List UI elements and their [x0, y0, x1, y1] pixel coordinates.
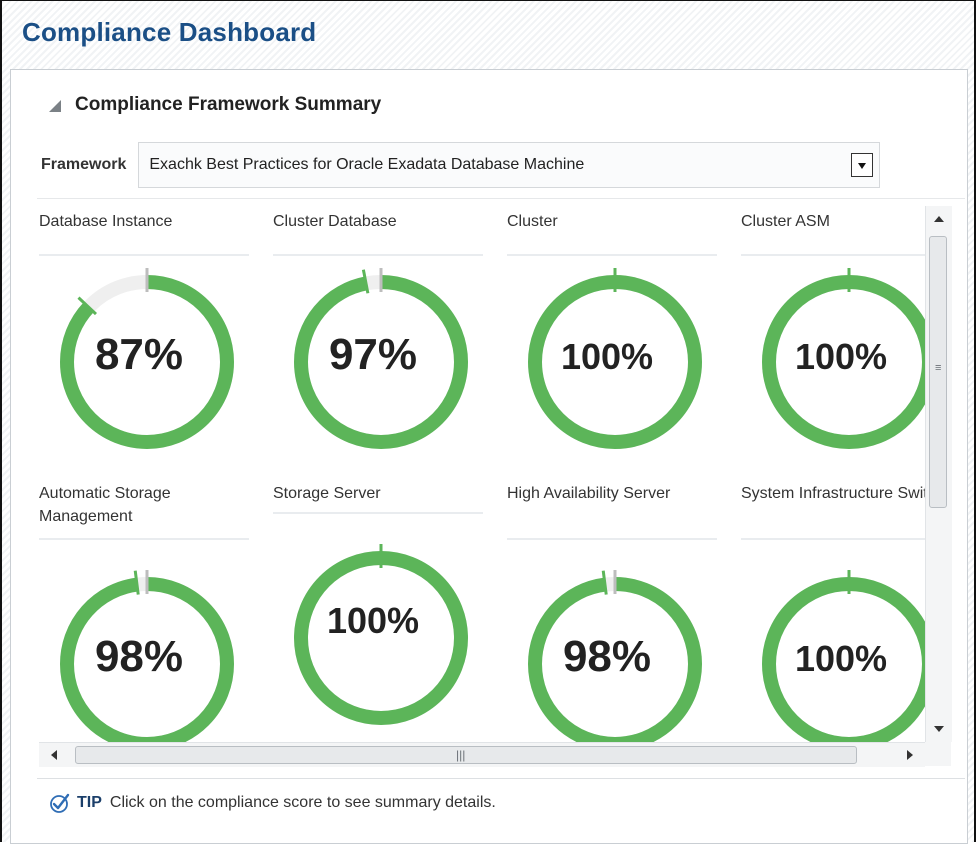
tip-label: TIP [77, 794, 102, 811]
grip-icon: ||| [456, 748, 466, 762]
compliance-score[interactable]: 100% [741, 638, 925, 680]
gauge-label: Database Instance [39, 206, 249, 256]
compliance-score[interactable]: 100% [741, 336, 925, 378]
scroll-right-arrow-icon[interactable] [907, 750, 913, 760]
page-title: Compliance Dashboard [22, 17, 317, 47]
compliance-score[interactable]: 98% [39, 632, 239, 682]
framework-select[interactable]: Exachk Best Practices for Oracle Exadata… [138, 142, 881, 188]
gauge-label: Cluster [507, 206, 717, 256]
section-title: Compliance Framework Summary [75, 94, 382, 115]
compliance-score[interactable]: 100% [507, 336, 707, 378]
chevron-down-icon[interactable] [851, 153, 874, 177]
triangle-down-icon[interactable] [49, 100, 61, 112]
gauge-tile[interactable]: Storage Server 100% [273, 482, 489, 742]
scroll-up-arrow-icon[interactable] [934, 216, 944, 222]
gauge-label: Automatic Storage Management [39, 482, 249, 540]
scroll-down-arrow-icon[interactable] [934, 726, 944, 732]
tip-text: Click on the compliance score to see sum… [109, 794, 496, 811]
section-header[interactable]: Compliance Framework Summary [49, 94, 381, 116]
divider [37, 198, 965, 199]
compliance-score[interactable]: 87% [39, 330, 239, 380]
window-frame: Compliance Dashboard Compliance Framewor… [0, 0, 976, 844]
framework-row: Framework Exachk Best Practices for Orac… [41, 142, 881, 188]
compliance-score[interactable]: 97% [273, 330, 473, 380]
gauge-label: System Infrastructure Switch [741, 482, 925, 540]
gauge-tile[interactable]: Cluster 100% [507, 206, 723, 506]
horizontal-scrollbar[interactable]: ||| [39, 742, 925, 767]
tip-row: TIP Click on the compliance score to see… [49, 792, 496, 814]
gauge-label: High Availability Server [507, 482, 717, 540]
gauge-tile[interactable]: Cluster ASM 100% [741, 206, 925, 506]
framework-label: Framework [41, 156, 127, 173]
gauge-tile[interactable]: High Availability Server 98% [507, 482, 723, 742]
compliance-score[interactable]: 98% [507, 632, 707, 682]
gauge-label: Storage Server [273, 482, 483, 514]
scroll-left-arrow-icon[interactable] [51, 750, 57, 760]
vertical-scroll-thumb[interactable]: ≡ [929, 236, 947, 508]
checkmark-icon [50, 793, 70, 813]
gauge-grid: Database Instance 87% Cluster Database 9… [39, 206, 925, 742]
framework-summary-panel: Compliance Framework Summary Framework E… [10, 69, 968, 844]
gauge-tile[interactable]: System Infrastructure Switch 100% [741, 482, 925, 742]
gauge-tile[interactable]: Database Instance 87% [39, 206, 255, 506]
vertical-scrollbar[interactable]: ≡ [925, 206, 952, 742]
scroll-corner [925, 742, 951, 766]
horizontal-scroll-thumb[interactable]: ||| [75, 746, 857, 764]
gauge-tile[interactable]: Automatic Storage Management 98% [39, 482, 255, 742]
framework-select-value: Exachk Best Practices for Oracle Exadata… [149, 156, 585, 173]
divider [37, 778, 965, 779]
gauge-label: Cluster ASM [741, 206, 925, 256]
gauge-tile[interactable]: Cluster Database 97% [273, 206, 489, 506]
grip-icon: ≡ [935, 362, 942, 374]
compliance-score[interactable]: 100% [273, 600, 473, 642]
gauge-label: Cluster Database [273, 206, 483, 256]
